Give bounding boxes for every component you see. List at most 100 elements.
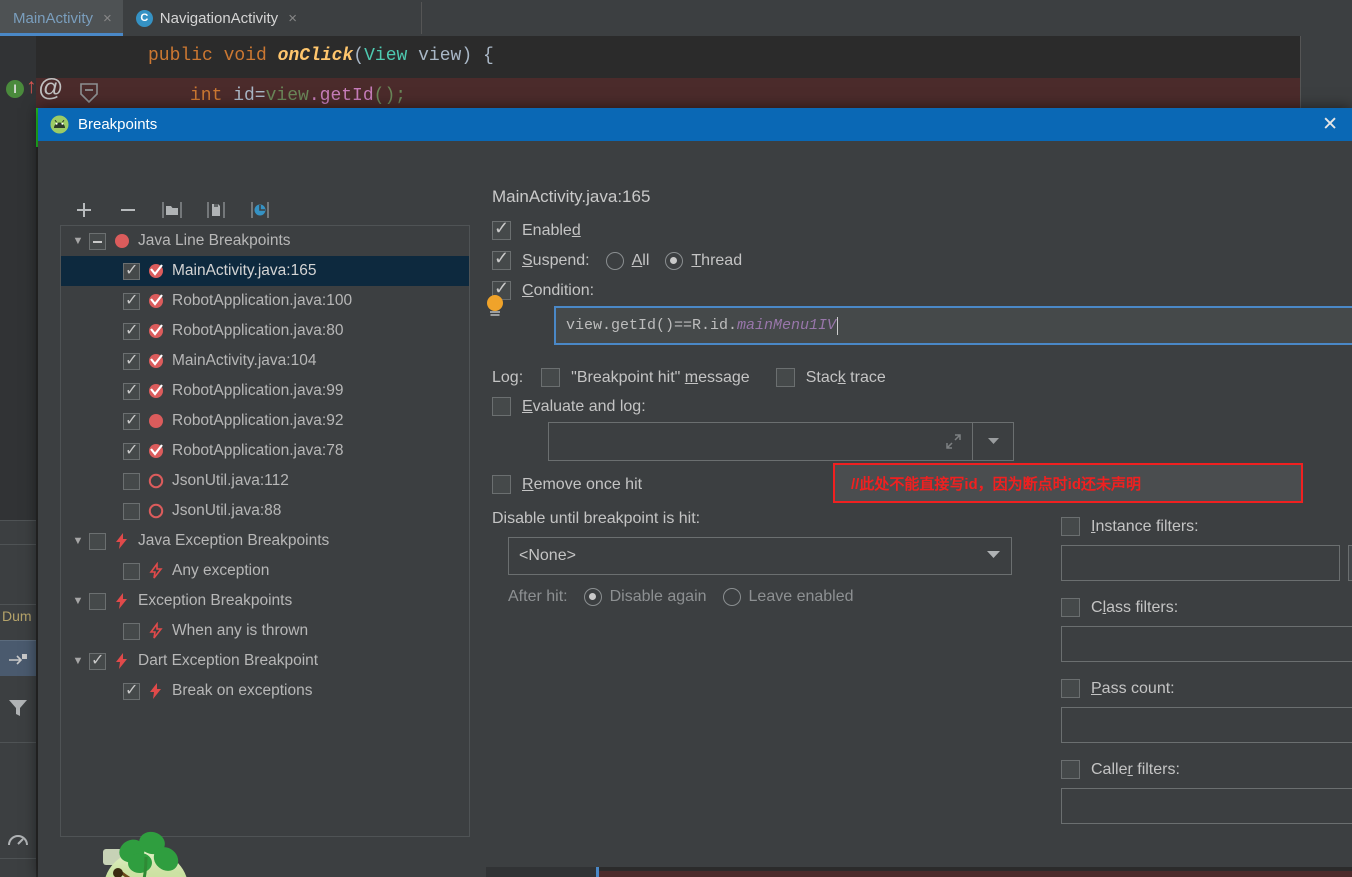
disable-again-radio[interactable]: [583, 588, 602, 606]
suspend-checkbox[interactable]: [492, 248, 511, 270]
evaluate-and-log-dropdown-icon[interactable]: [972, 422, 1014, 461]
lightbulb-icon[interactable]: [484, 294, 506, 320]
tree-row[interactable]: ▼RobotApplication.java:100: [61, 286, 469, 316]
twisty-icon[interactable]: ▼: [67, 535, 89, 547]
step-out-icon[interactable]: [0, 640, 36, 676]
close-icon[interactable]: ✕: [1316, 115, 1344, 134]
tree-row-label: Any exception: [172, 562, 270, 579]
pass-count-input[interactable]: [1061, 707, 1352, 743]
tree-row-checkbox[interactable]: [89, 592, 106, 610]
suspend-all-radio[interactable]: [605, 251, 624, 270]
evaluate-and-log-checkbox[interactable]: [492, 397, 511, 416]
suspend-label: Suspend:: [522, 251, 590, 269]
override-arrow-icon[interactable]: ↑: [26, 76, 37, 97]
inherit-marker-icon[interactable]: I: [6, 80, 24, 98]
instance-filters-checkbox[interactable]: [1061, 517, 1080, 536]
gauge-icon[interactable]: [0, 822, 36, 858]
breakpoint-check-icon: [147, 292, 165, 310]
suspend-thread-radio[interactable]: [665, 251, 684, 270]
evaluate-and-log-field-wrapper[interactable]: [548, 422, 1014, 461]
twisty-icon[interactable]: ▼: [67, 655, 89, 667]
chevron-down-icon[interactable]: [986, 547, 1001, 565]
disable-again-label: Disable again: [609, 588, 707, 605]
tree-row[interactable]: ▼ Dart Exception Breakpoint: [61, 646, 469, 676]
tree-row[interactable]: ▼ Exception Breakpoints: [61, 586, 469, 616]
tree-row[interactable]: ▼When any is thrown: [61, 616, 469, 646]
caller-filters-input[interactable]: [1061, 788, 1352, 824]
class-filters-row[interactable]: Class filters:: [1061, 598, 1352, 617]
leave-enabled-label: Leave enabled: [748, 588, 854, 605]
tree-row[interactable]: ▼MainActivity.java:104: [61, 346, 469, 376]
suspend-row[interactable]: Suspend: All Thread: [492, 248, 1332, 270]
pass-count-checkbox[interactable]: [1061, 679, 1080, 698]
tree-row[interactable]: ▼JsonUtil.java:112: [61, 466, 469, 496]
caller-filters-checkbox[interactable]: [1061, 760, 1080, 779]
leave-enabled-radio[interactable]: [722, 588, 741, 606]
tab-close-icon[interactable]: ×: [103, 10, 112, 27]
remove-once-hit-checkbox[interactable]: [492, 475, 511, 494]
twisty-icon[interactable]: ▼: [67, 235, 89, 247]
instance-filters-input[interactable]: [1061, 545, 1340, 581]
mute-breakpoints-icon[interactable]: [248, 198, 272, 222]
tree-row-checkbox[interactable]: [123, 440, 140, 460]
breakpoints-tree[interactable]: ▼Java Line Breakpoints▼MainActivity.java…: [60, 225, 470, 837]
kw-public: public: [148, 46, 213, 66]
tree-row-checkbox[interactable]: [123, 320, 140, 340]
tree-row-checkbox[interactable]: [89, 650, 106, 670]
tree-row[interactable]: ▼RobotApplication.java:78: [61, 436, 469, 466]
pass-count-row[interactable]: Pass count:: [1061, 679, 1352, 698]
tree-row[interactable]: ▼RobotApplication.java:80: [61, 316, 469, 346]
exception-bolt-icon: [113, 592, 131, 610]
breakpoint-hit-message-checkbox[interactable]: [541, 368, 561, 387]
enabled-row[interactable]: Enabled: [492, 218, 1332, 240]
tree-row-checkbox[interactable]: [123, 680, 140, 700]
tree-row-checkbox[interactable]: [123, 622, 140, 640]
tree-row-checkbox[interactable]: [123, 410, 140, 430]
tree-row-checkbox[interactable]: [89, 532, 106, 550]
evaluate-and-log-row[interactable]: Evaluate and log:: [492, 397, 1332, 416]
tree-row-checkbox[interactable]: [89, 232, 106, 250]
tree-row-checkbox[interactable]: [123, 350, 140, 370]
dot: .: [308, 86, 320, 106]
tree-row-checkbox[interactable]: [123, 502, 140, 520]
tree-row[interactable]: ▼ Java Line Breakpoints: [61, 226, 469, 256]
tree-row-checkbox[interactable]: [123, 472, 140, 490]
tree-row[interactable]: ▼ Java Exception Breakpoints: [61, 526, 469, 556]
tab-navigationactivity[interactable]: C NavigationActivity ×: [122, 0, 308, 36]
code-line-getid: int id=view.getId();: [190, 86, 406, 106]
tree-row[interactable]: ▼MainActivity.java:165: [61, 256, 469, 286]
enabled-checkbox[interactable]: [492, 218, 511, 240]
instance-filters-row[interactable]: Instance filters:: [1061, 517, 1352, 536]
tree-row[interactable]: ▼RobotApplication.java:92: [61, 406, 469, 436]
condition-input[interactable]: view.getId()==R.id. mainMenu1IV: [556, 308, 1352, 343]
export-breakpoints-icon[interactable]: [204, 198, 228, 222]
evaluate-and-log-input[interactable]: [548, 422, 972, 461]
tree-row[interactable]: ▼Any exception: [61, 556, 469, 586]
caller-filters-row[interactable]: Caller filters:: [1061, 760, 1352, 779]
tab-mainactivity[interactable]: MainActivity ×: [0, 0, 123, 36]
group-by-file-icon[interactable]: [160, 198, 184, 222]
disable-until-combo[interactable]: <None>: [508, 537, 1012, 575]
tree-row-checkbox[interactable]: [123, 290, 140, 310]
exception-bolt-icon: [113, 532, 131, 550]
tree-row[interactable]: ▼RobotApplication.java:99: [61, 376, 469, 406]
stack-trace-checkbox[interactable]: [775, 368, 795, 387]
tree-row-checkbox[interactable]: [123, 260, 140, 280]
tab-strip-empty: [307, 0, 1352, 36]
tree-row[interactable]: ▼Break on exceptions: [61, 676, 469, 706]
add-breakpoint-button[interactable]: [72, 198, 96, 222]
twisty-icon[interactable]: ▼: [67, 595, 89, 607]
filter-icon[interactable]: [0, 690, 36, 726]
tree-row-checkbox[interactable]: [123, 380, 140, 400]
suspend-thread-label: Thread: [691, 251, 743, 269]
class-filters-input[interactable]: [1061, 626, 1352, 662]
remove-breakpoint-button[interactable]: [116, 198, 140, 222]
breakpoint-dot-icon: [113, 232, 131, 250]
tree-row[interactable]: ▼JsonUtil.java:88: [61, 496, 469, 526]
condition-row[interactable]: Condition:: [492, 278, 1332, 300]
ellipsis-button[interactable]: ...: [1348, 545, 1352, 581]
class-filters-checkbox[interactable]: [1061, 598, 1080, 617]
tab-close-icon[interactable]: ×: [288, 10, 297, 27]
condition-input-wrapper[interactable]: view.getId()==R.id. mainMenu1IV: [554, 306, 1352, 345]
tree-row-checkbox[interactable]: [123, 562, 140, 580]
